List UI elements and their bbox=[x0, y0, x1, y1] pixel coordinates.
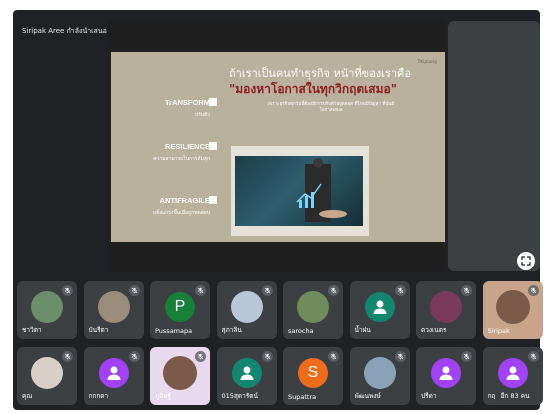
participant-name: ปรีดา bbox=[421, 392, 437, 400]
keyword-sub: ปรับตัว bbox=[194, 112, 210, 118]
mic-off-icon bbox=[195, 285, 206, 296]
participant-name: บันรีตา bbox=[88, 326, 109, 334]
presentation-slide: TKiplang ถ้าเราเป็นคนทำธุรกิจ หน้าที่ของ… bbox=[111, 52, 445, 242]
participant-name: กกกดา bbox=[88, 392, 109, 400]
participant-tile[interactable]: กกกดา bbox=[83, 347, 144, 405]
participant-tile[interactable]: พัฒนพงษ์ bbox=[349, 347, 410, 405]
avatar bbox=[363, 356, 396, 389]
participant-tile[interactable]: P Pussamapa bbox=[150, 281, 210, 339]
participant-name: ชาวิตา bbox=[22, 326, 42, 334]
participant-name: น้ำฝน bbox=[354, 326, 371, 334]
participant-tile[interactable]: ดวงเนตร bbox=[416, 281, 476, 339]
participant-tile[interactable]: ชาวิตา bbox=[17, 281, 77, 339]
participant-name: 015สุดารัตน์ bbox=[221, 392, 258, 400]
keyword-title: RESILIENCE bbox=[164, 142, 210, 151]
mic-off-icon bbox=[128, 351, 140, 362]
keyword-sub: ความสามารถในการล้มลุก bbox=[153, 156, 210, 162]
avatar bbox=[31, 290, 63, 323]
mic-off-icon bbox=[461, 351, 472, 362]
avatar bbox=[31, 356, 63, 389]
participant-tile[interactable]: คุณ bbox=[17, 347, 77, 405]
mic-off-icon bbox=[62, 351, 73, 362]
participant-video bbox=[163, 355, 197, 390]
person-icon bbox=[364, 291, 395, 322]
keyword-title: TrANSFORM bbox=[165, 98, 210, 107]
participant-tile[interactable]: ปรีดา bbox=[416, 347, 476, 405]
mic-off-icon bbox=[394, 285, 406, 296]
participant-name: Supattra bbox=[288, 393, 317, 401]
meeting-screen: Siripak Aree กำลังนำเสนอ TKiplang ถ้าเรา… bbox=[0, 0, 550, 414]
participant-tile[interactable]: สุภาลิน bbox=[216, 281, 277, 339]
checkbox-icon bbox=[209, 142, 217, 150]
avatar bbox=[230, 290, 263, 323]
slide-image bbox=[231, 146, 369, 236]
mic-off-icon bbox=[461, 285, 472, 296]
participant-tile[interactable]: Siripak bbox=[482, 281, 543, 339]
growth-chart-icon bbox=[296, 158, 347, 222]
participant-name: Pussamapa bbox=[155, 327, 193, 335]
participant-name: สุภาลิน bbox=[221, 326, 242, 334]
mic-off-icon bbox=[62, 285, 73, 296]
fullscreen-icon bbox=[521, 256, 531, 266]
mic-off-icon bbox=[328, 351, 339, 362]
presenter-side-tile bbox=[448, 21, 540, 271]
avatar: S bbox=[298, 357, 328, 388]
participant-tile[interactable]: ภูลิษฐ์ bbox=[150, 347, 210, 405]
participant-tile[interactable]: S Supattra bbox=[283, 347, 343, 405]
participant-tile[interactable]: กฤ อีก 83 คน bbox=[482, 347, 543, 405]
checkbox-icon bbox=[209, 98, 217, 106]
person-icon bbox=[98, 357, 129, 388]
participant-name: sarocha bbox=[288, 327, 314, 335]
mic-off-icon bbox=[261, 285, 273, 296]
keyword-antifragile: ANTIFRAGILE แข็งแกร่งขึ้นเมื่อถูกทดสอบ bbox=[125, 196, 210, 217]
participant-video bbox=[495, 289, 530, 324]
participant-name: ดวงเนตร bbox=[421, 326, 447, 334]
participant-name: ภูลิษฐ์ bbox=[155, 392, 172, 400]
mic-off-icon bbox=[394, 351, 406, 362]
participant-name: Siripak bbox=[487, 327, 510, 335]
checkbox-icon bbox=[209, 196, 217, 204]
participant-tile[interactable]: sarocha bbox=[283, 281, 343, 339]
mic-off-icon bbox=[261, 351, 273, 362]
businessman-chart-image bbox=[235, 156, 363, 226]
keyword-title: ANTIFRAGILE bbox=[159, 196, 210, 205]
avatar bbox=[297, 290, 329, 323]
mic-off-icon bbox=[527, 285, 539, 296]
keyword-sub: แข็งแกร่งขึ้นเมื่อถูกทดสอบ bbox=[152, 210, 210, 216]
keyword-transform: TrANSFORM ปรับตัว bbox=[125, 98, 210, 119]
participant-name: พัฒนพงษ์ bbox=[354, 392, 381, 400]
presenter-label: Siripak Aree กำลังนำเสนอ bbox=[22, 27, 107, 35]
slide-description: เพราะธุรกิจทุกวันนี้ต้องมีการปรับตัวอยู่… bbox=[267, 102, 395, 113]
participant-name: กฤ bbox=[487, 392, 496, 400]
mic-off-icon bbox=[527, 351, 539, 362]
participant-tile[interactable]: น้ำฝน bbox=[349, 281, 410, 339]
slide-brand: TKiplang bbox=[417, 60, 437, 65]
person-icon bbox=[431, 357, 461, 388]
participant-tile[interactable]: บันรีตา bbox=[83, 281, 144, 339]
avatar: P bbox=[165, 291, 195, 322]
participant-tile[interactable]: 015สุดารัตน์ bbox=[216, 347, 277, 405]
keyword-resilience: RESILIENCE ความสามารถในการล้มลุก bbox=[125, 142, 210, 163]
more-participants-count: อีก 83 คน bbox=[500, 392, 530, 400]
avatar bbox=[430, 290, 462, 323]
participant-name: คุณ bbox=[22, 392, 33, 400]
slide-headline-highlight: "มองหาโอกาสในทุกวิกฤตเสมอ" bbox=[229, 82, 397, 96]
mic-off-icon bbox=[328, 285, 339, 296]
fullscreen-button[interactable] bbox=[517, 252, 535, 270]
avatar bbox=[97, 290, 130, 323]
mic-off-icon bbox=[195, 351, 206, 362]
person-icon bbox=[231, 357, 262, 388]
person-icon bbox=[497, 357, 528, 388]
mic-off-icon bbox=[128, 285, 140, 296]
